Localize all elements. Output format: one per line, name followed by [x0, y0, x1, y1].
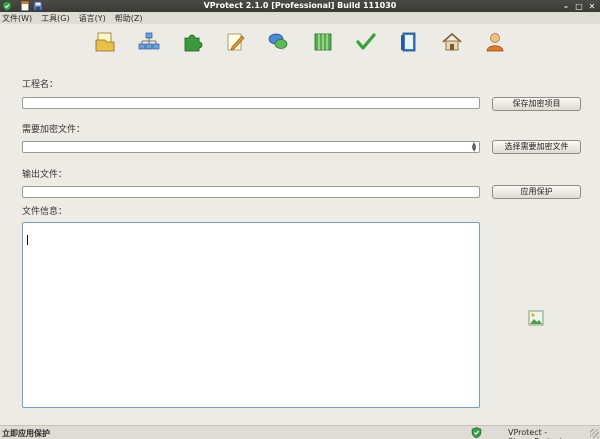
menu-help[interactable]: 帮助(Z): [115, 13, 143, 24]
menu-language[interactable]: 语言(Y): [79, 13, 106, 24]
apply-protection-button[interactable]: 应用保护: [492, 185, 581, 199]
project-name-input[interactable]: [22, 97, 480, 109]
file-info-textarea[interactable]: [22, 222, 480, 408]
image-icon: [528, 310, 544, 326]
save-project-button[interactable]: 保存加密项目: [492, 97, 581, 111]
status-message: 立即应用保护: [2, 429, 50, 438]
encrypt-file-select[interactable]: ▲ ▼: [22, 141, 480, 153]
check-icon[interactable]: [354, 30, 378, 54]
menu-file[interactable]: 文件(W): [2, 13, 32, 24]
title-bar: VProtect 2.1.0 [Professional] Build 1110…: [0, 0, 600, 12]
maximize-button[interactable]: □: [575, 2, 583, 11]
output-file-label: 输出文件：: [22, 170, 68, 180]
encrypt-file-label: 需要加密文件：: [22, 125, 86, 135]
menu-tools[interactable]: 工具(G): [41, 13, 69, 24]
resize-grip[interactable]: [590, 429, 599, 438]
user-icon[interactable]: [483, 30, 507, 54]
home-icon[interactable]: [440, 30, 464, 54]
book-icon[interactable]: [397, 30, 421, 54]
output-file-input[interactable]: [22, 186, 480, 198]
menu-bar: 文件(W) 工具(G) 语言(Y) 帮助(Z): [0, 12, 600, 24]
project-name-label: 工程名：: [22, 80, 59, 90]
grid-icon[interactable]: [311, 30, 335, 54]
window-controls: – □ ✕: [562, 0, 596, 12]
plugin-icon[interactable]: [180, 30, 204, 54]
chat-icon[interactable]: [266, 30, 290, 54]
select-file-button[interactable]: 选择需要加密文件: [492, 140, 581, 154]
network-icon[interactable]: [137, 30, 161, 54]
status-bar: 立即应用保护 VProtect - StrongProtect: [0, 425, 600, 439]
close-button[interactable]: ✕: [588, 2, 596, 11]
edit-icon[interactable]: [224, 30, 248, 54]
file-info-label: 文件信息：: [22, 207, 68, 217]
open-project-icon[interactable]: [93, 30, 117, 54]
select-arrows-icon[interactable]: ▲ ▼: [470, 142, 478, 153]
text-caret: [27, 235, 28, 245]
window-title: VProtect 2.1.0 [Professional] Build 1110…: [203, 1, 397, 10]
minimize-button[interactable]: –: [562, 2, 570, 11]
shield-icon: [471, 427, 482, 438]
status-product: VProtect - StrongProtect: [508, 428, 563, 439]
